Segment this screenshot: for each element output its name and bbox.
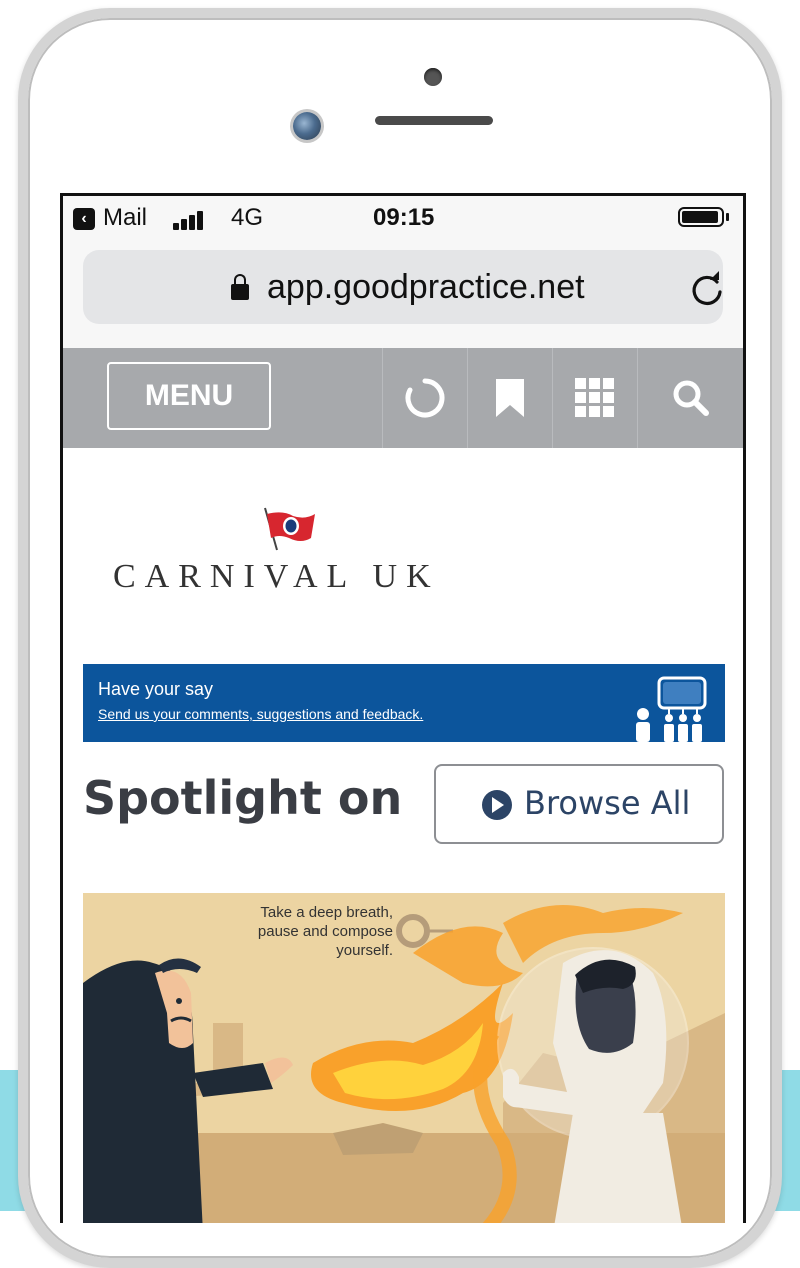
logo-text: CARNIVAL UK (113, 558, 440, 595)
menu-button[interactable]: MENU (107, 362, 271, 430)
hero-caption: Take a deep breath, pause and compose yo… (257, 904, 393, 959)
url-field[interactable]: app.goodpractice.net (83, 250, 723, 324)
site-toolbar: MENU (63, 348, 743, 448)
arrow-circle-right-icon (482, 790, 512, 820)
clock: 09:15 (373, 204, 435, 231)
flag-icon (264, 507, 315, 551)
battery-icon (678, 207, 724, 227)
banner-title: Have your say (98, 679, 214, 699)
spotlight-hero-image[interactable]: Take a deep breath, pause and compose yo… (83, 893, 725, 1223)
proximity-sensor (424, 68, 442, 86)
earpiece-speaker (375, 116, 493, 125)
status-bar: ‹ Mail 4G 09:15 (63, 196, 743, 240)
banner-link[interactable]: Send us your comments, suggestions and f… (98, 706, 423, 722)
battery-tip (726, 213, 729, 221)
front-camera (293, 112, 321, 140)
feedback-banner[interactable]: Have your say Send us your comments, sug… (83, 664, 725, 742)
back-app-label[interactable]: Mail (103, 204, 147, 232)
company-logo[interactable]: CARNIVAL UK (113, 506, 473, 616)
phone-screen: ‹ Mail 4G 09:15 app.goodpractice.net MEN… (60, 193, 746, 1223)
hero-illustration (83, 893, 725, 1223)
bookmark-icon[interactable] (467, 348, 552, 448)
search-icon[interactable] (637, 348, 743, 448)
network-type: 4G (231, 204, 264, 231)
spotlight-heading: Spotlight on (83, 771, 403, 825)
browse-all-button[interactable]: Browse All (434, 764, 724, 844)
loading-icon[interactable] (382, 348, 467, 448)
reload-icon[interactable] (687, 270, 727, 310)
grid-icon[interactable] (552, 348, 637, 448)
url-text[interactable]: app.goodpractice.net (267, 268, 585, 307)
back-to-app-icon[interactable]: ‹ (73, 208, 95, 230)
lock-icon (231, 274, 249, 300)
browse-all-label: Browse All (524, 784, 691, 822)
audience-icon (636, 676, 707, 742)
browser-address-bar: app.goodpractice.net (63, 240, 743, 348)
